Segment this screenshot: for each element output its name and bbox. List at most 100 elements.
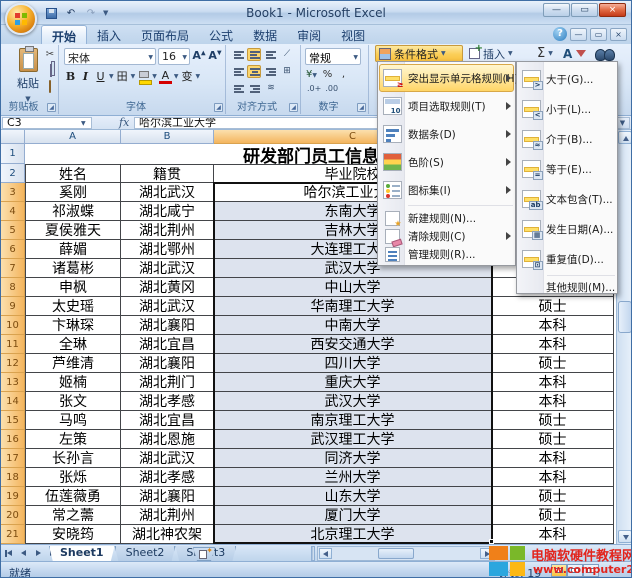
cell-B9[interactable]: 湖北武汉 (121, 297, 214, 316)
fx-icon[interactable]: fx (119, 116, 129, 129)
cell-C20[interactable]: 厦门大学 (214, 506, 492, 525)
sheet-tab-sheet1[interactable]: Sheet1 (49, 546, 115, 562)
cell-B16[interactable]: 湖北恩施 (121, 430, 214, 449)
previous-sheet-icon[interactable] (18, 547, 30, 559)
font-dialog-launcher[interactable]: ◢ (214, 103, 223, 112)
name-box-caret-icon[interactable]: ▼ (81, 120, 86, 127)
cell-D16[interactable]: 硕士 (492, 430, 614, 449)
number-format-select[interactable]: 常规▼ (305, 48, 361, 65)
find-select-button[interactable] (595, 45, 615, 62)
font-size-select[interactable]: 16▼ (158, 48, 190, 65)
cell-B12[interactable]: 湖北襄阳 (121, 354, 214, 373)
cell-C13[interactable]: 重庆大学 (214, 373, 492, 392)
redo-icon[interactable]: ↷ (83, 6, 99, 21)
align-left-button[interactable] (231, 65, 245, 78)
ribbon-tab-home[interactable]: 开始 (41, 25, 87, 44)
cell-C15[interactable]: 南京理工大学 (214, 411, 492, 430)
horizontal-scrollbar[interactable] (317, 546, 495, 561)
top-align-button[interactable] (231, 48, 245, 61)
normal-view-button[interactable] (551, 564, 567, 577)
cell-C12[interactable]: 四川大学 (214, 354, 492, 373)
row-header-5[interactable]: 5 (1, 221, 25, 240)
cell-B10[interactable]: 湖北襄阳 (121, 316, 214, 335)
office-button[interactable] (5, 3, 37, 35)
cell-C21[interactable]: 北京理工大学 (214, 525, 492, 544)
format-painter-icon[interactable] (43, 81, 57, 94)
autosum-button[interactable]: Σ ▼ (537, 45, 553, 62)
vertical-scrollbar-thumb[interactable] (618, 301, 632, 333)
scroll-down-icon[interactable] (618, 530, 632, 543)
scroll-up-icon[interactable] (618, 131, 632, 144)
copy-icon[interactable] (43, 65, 57, 78)
cell-B17[interactable]: 湖北武汉 (121, 449, 214, 468)
menu-item-highlight-cells-rules[interactable]: ≥突出显示单元格规则(H) (378, 64, 515, 92)
cell-C16[interactable]: 武汉理工大学 (214, 430, 492, 449)
cell-D21[interactable]: 本科 (492, 525, 614, 544)
italic-button[interactable]: I (79, 69, 92, 85)
column-header-B[interactable]: B (121, 130, 214, 144)
menu-item-manage-rules[interactable]: 管理规则(R)... (378, 245, 515, 263)
cell-A11[interactable]: 全琳 (25, 335, 121, 354)
submenu-item-duplicate-values[interactable]: ⊡重复值(D)... (517, 244, 617, 274)
cut-icon[interactable]: ✂ (43, 49, 57, 62)
first-sheet-icon[interactable] (4, 547, 16, 559)
tab-split-handle[interactable] (311, 546, 315, 561)
cell-B18[interactable]: 湖北孝感 (121, 468, 214, 487)
ribbon-tab-formulas[interactable]: 公式 (199, 25, 243, 44)
minimize-button[interactable]: — (543, 3, 570, 17)
cell-B5[interactable]: 湖北荆州 (121, 221, 214, 240)
row-header-14[interactable]: 14 (1, 392, 25, 411)
cell-A14[interactable]: 张文 (25, 392, 121, 411)
cell-C19[interactable]: 山东大学 (214, 487, 492, 506)
submenu-item-between[interactable]: ≈介于(B)... (517, 124, 617, 154)
row-header-19[interactable]: 19 (1, 487, 25, 506)
cell-C18[interactable]: 兰州大学 (214, 468, 492, 487)
cell-A21[interactable]: 安晓筠 (25, 525, 121, 544)
ribbon-tab-page-layout[interactable]: 页面布局 (131, 25, 199, 44)
paste-button[interactable]: 粘贴 ▼ (9, 48, 47, 102)
qat-customize-caret-icon[interactable]: ▼ (103, 9, 108, 17)
row-header-7[interactable]: 7 (1, 259, 25, 278)
cell-B3[interactable]: 湖北武汉 (121, 183, 214, 202)
submenu-item-more-rules[interactable]: 其他规则(M)... (517, 279, 617, 295)
cell-A20[interactable]: 常之薷 (25, 506, 121, 525)
row-header-13[interactable]: 13 (1, 373, 25, 392)
insert-cells-button[interactable]: 插入 ▼ (469, 45, 513, 62)
align-center-button[interactable] (247, 65, 261, 78)
ribbon-tab-insert[interactable]: 插入 (87, 25, 131, 44)
row-header-21[interactable]: 21 (1, 525, 25, 544)
name-box[interactable]: C3 (2, 117, 92, 129)
cell-A18[interactable]: 张烁 (25, 468, 121, 487)
undo-icon[interactable]: ↶ (63, 6, 79, 21)
underline-caret-icon[interactable]: ▼ (109, 73, 114, 80)
menu-item-clear-rules[interactable]: 清除规则(C) (378, 227, 515, 245)
cell-C17[interactable]: 同济大学 (214, 449, 492, 468)
cell-C14[interactable]: 武汉大学 (214, 392, 492, 411)
merge-center-button[interactable]: ⊞ (279, 65, 295, 78)
help-icon[interactable]: ? (553, 27, 567, 41)
cell-C8[interactable]: 中山大学 (214, 278, 492, 297)
cell-A6[interactable]: 薛媚 (25, 240, 121, 259)
restore-button[interactable]: ▭ (571, 3, 598, 17)
row-header-16[interactable]: 16 (1, 430, 25, 449)
scroll-right-icon[interactable] (480, 548, 493, 559)
bottom-align-button[interactable] (263, 48, 277, 61)
cell-A2[interactable]: 姓名 (25, 164, 121, 183)
alignment-dialog-launcher[interactable]: ◢ (289, 103, 298, 112)
cell-D18[interactable]: 本科 (492, 468, 614, 487)
wrap-text-button[interactable]: ≋ (263, 82, 279, 95)
ribbon-tab-data[interactable]: 数据 (243, 25, 287, 44)
underline-button[interactable]: U (94, 69, 107, 85)
cell-A3[interactable]: 奚刚 (25, 183, 121, 202)
menu-item-new-rule[interactable]: ★新建规则(N)... (378, 209, 515, 227)
scroll-left-icon[interactable] (319, 548, 332, 559)
cell-D12[interactable]: 硕士 (492, 354, 614, 373)
phonetic-caret-icon[interactable]: ▼ (196, 73, 201, 80)
submenu-item-greater-than[interactable]: >大于(G)... (517, 64, 617, 94)
vertical-scrollbar[interactable] (616, 130, 632, 544)
cell-B20[interactable]: 湖北荆州 (121, 506, 214, 525)
cell-B4[interactable]: 湖北咸宁 (121, 202, 214, 221)
cell-B11[interactable]: 湖北宜昌 (121, 335, 214, 354)
bold-button[interactable]: B (64, 69, 77, 85)
conditional-formatting-button[interactable]: 条件格式 ▼ (375, 45, 463, 62)
